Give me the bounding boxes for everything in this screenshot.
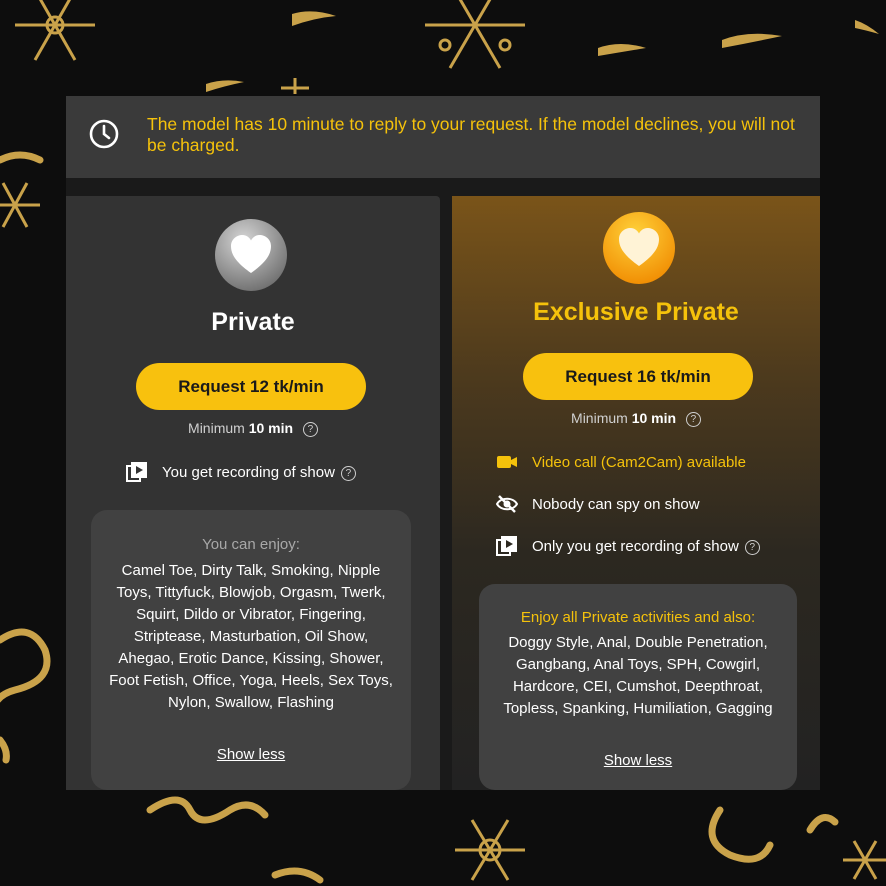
reply-time-banner: The model has 10 minute to reply to your…	[66, 96, 820, 178]
recording-icon	[496, 536, 517, 556]
exclusive-private-card: Exclusive Private Request 16 tk/min Mini…	[452, 196, 820, 790]
heart-icon	[214, 218, 288, 292]
request-exclusive-button[interactable]: Request 16 tk/min	[523, 353, 753, 400]
eye-slash-icon	[496, 495, 518, 513]
exclusive-title: Exclusive Private	[533, 298, 739, 326]
enjoy-list: Doggy Style, Anal, Double Penetration, G…	[503, 634, 773, 717]
help-icon[interactable]: ?	[302, 421, 318, 437]
private-title: Private	[211, 308, 295, 336]
show-less-link[interactable]: Show less	[91, 746, 411, 763]
show-less-link[interactable]: Show less	[479, 752, 797, 769]
enjoy-list: Camel Toe, Dirty Talk, Smoking, Nipple T…	[109, 562, 393, 711]
help-icon[interactable]: ?	[744, 539, 760, 555]
private-show-options-panel: The model has 10 minute to reply to your…	[66, 96, 820, 790]
private-minimum: Minimum 10 min ?	[66, 420, 440, 437]
clock-icon	[89, 119, 119, 149]
private-card: Private Request 12 tk/min Minimum 10 min…	[66, 196, 440, 790]
recording-icon	[126, 462, 147, 482]
private-enjoy-box: You can enjoy: Camel Toe, Dirty Talk, Sm…	[91, 510, 411, 790]
exclusive-enjoy-box: Enjoy all Private activities and also: D…	[479, 584, 797, 790]
banner-message: The model has 10 minute to reply to your…	[147, 114, 795, 155]
heart-icon	[602, 211, 676, 285]
enjoy-heading: Enjoy all Private activities and also:	[520, 609, 756, 626]
help-icon[interactable]: ?	[340, 465, 356, 481]
help-icon[interactable]: ?	[685, 411, 701, 427]
enjoy-heading: You can enjoy:	[202, 536, 300, 553]
exclusive-minimum: Minimum 10 min ?	[452, 410, 820, 427]
video-camera-icon	[497, 456, 517, 468]
request-private-button[interactable]: Request 12 tk/min	[136, 363, 366, 410]
